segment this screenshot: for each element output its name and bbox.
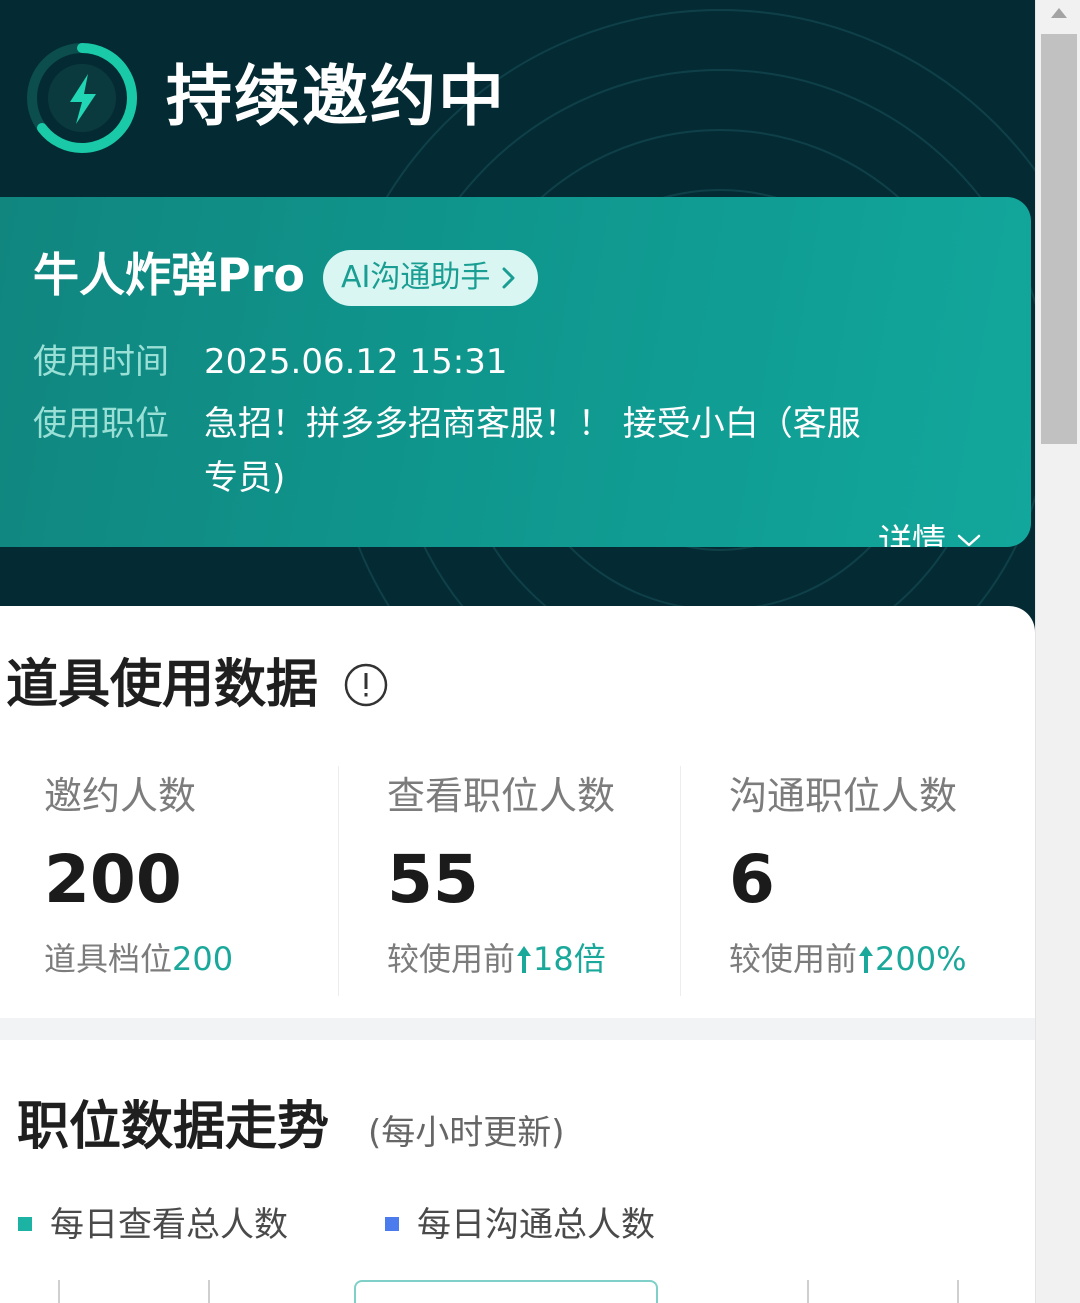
scroll-up-arrow-icon[interactable] [1050, 6, 1068, 20]
chart-gridline [807, 1280, 809, 1303]
tool-name: 牛人炸弹Pro [33, 248, 306, 302]
chart-tooltip [354, 1280, 658, 1303]
stats-section-title: 道具使用数据 [6, 655, 319, 715]
usage-time-label: 使用时间 [33, 342, 169, 382]
stat-sub-value: 200% [875, 940, 967, 978]
stat-divider [338, 766, 339, 996]
scrollbar-thumb[interactable] [1041, 34, 1077, 444]
ai-assistant-button[interactable]: AI沟通助手 [323, 250, 539, 306]
legend-item-views[interactable]: 每日查看总人数 [18, 1200, 288, 1250]
chart-gridline [957, 1280, 959, 1303]
chevron-right-icon [502, 267, 515, 289]
stat-divider [680, 766, 681, 996]
stat-sub-prefix: 较使用前 [387, 940, 516, 978]
chevron-down-icon [957, 534, 981, 547]
stat-sub-prefix: 较使用前 [729, 940, 858, 978]
arrow-up-icon [517, 946, 532, 973]
trend-update-note: (每小时更新) [368, 1113, 565, 1153]
stat-sub-value: 18倍 [533, 940, 606, 978]
stat-sub: 较使用前 18倍 [387, 934, 606, 984]
stat-value: 200 [44, 841, 182, 918]
vertical-scrollbar[interactable] [1035, 0, 1080, 1303]
stat-views: 查看职位人数 55 较使用前 18倍 [387, 766, 667, 996]
stat-value: 6 [729, 841, 775, 918]
chart-gridline [58, 1280, 60, 1303]
page-viewport: 持续邀约中 牛人炸弹Pro 详情 使用时间 2025.06.12 15:31 使… [0, 0, 1035, 1303]
usage-time-value: 2025.06.12 15:31 [204, 342, 508, 382]
legend-label: 每日沟通总人数 [417, 1205, 655, 1245]
hero-header: 持续邀约中 牛人炸弹Pro 详情 使用时间 2025.06.12 15:31 使… [0, 0, 1035, 640]
stat-label: 查看职位人数 [387, 774, 616, 818]
stat-label: 邀约人数 [44, 774, 197, 818]
stat-sub-value: 200 [172, 940, 234, 978]
legend-item-chats[interactable]: 每日沟通总人数 [385, 1200, 655, 1250]
trend-title: 职位数据走势 [17, 1097, 330, 1157]
stat-sub-prefix: 道具档位 [44, 940, 173, 978]
stat-chats: 沟通职位人数 6 较使用前 200% [729, 766, 1019, 996]
stat-invites: 邀约人数 200 道具档位200 [44, 766, 324, 996]
stat-sub: 较使用前 200% [729, 934, 967, 984]
trend-panel: 职位数据走势 (每小时更新) 每日查看总人数 每日沟通总人数 [0, 1040, 1035, 1303]
detail-link-label: 详情 [878, 522, 946, 547]
stats-panel: 道具使用数据 邀约人数 200 道具档位200 查看职位人数 55 较使用前 18… [0, 606, 1035, 1018]
legend-label: 每日查看总人数 [50, 1205, 288, 1245]
legend-swatch [385, 1217, 399, 1231]
info-icon[interactable] [343, 662, 389, 708]
stat-value: 55 [387, 841, 479, 918]
tool-card: 牛人炸弹Pro 详情 使用时间 2025.06.12 15:31 使用职位 急招… [0, 197, 1031, 547]
stat-sub: 道具档位200 [44, 934, 233, 984]
detail-link[interactable]: 详情 [878, 519, 981, 547]
status-title: 持续邀约中 [166, 58, 506, 135]
stat-label: 沟通职位人数 [729, 774, 958, 818]
ai-assistant-label: AI沟通助手 [341, 260, 491, 295]
arrow-up-icon [859, 946, 874, 973]
usage-position-label: 使用职位 [33, 404, 169, 444]
usage-position-value: 急招！拼多多招商客服！！ 接受小白（客服专员) [204, 404, 861, 498]
lightning-icon [27, 43, 137, 153]
legend-swatch [18, 1217, 32, 1231]
chart-gridline [208, 1280, 210, 1303]
